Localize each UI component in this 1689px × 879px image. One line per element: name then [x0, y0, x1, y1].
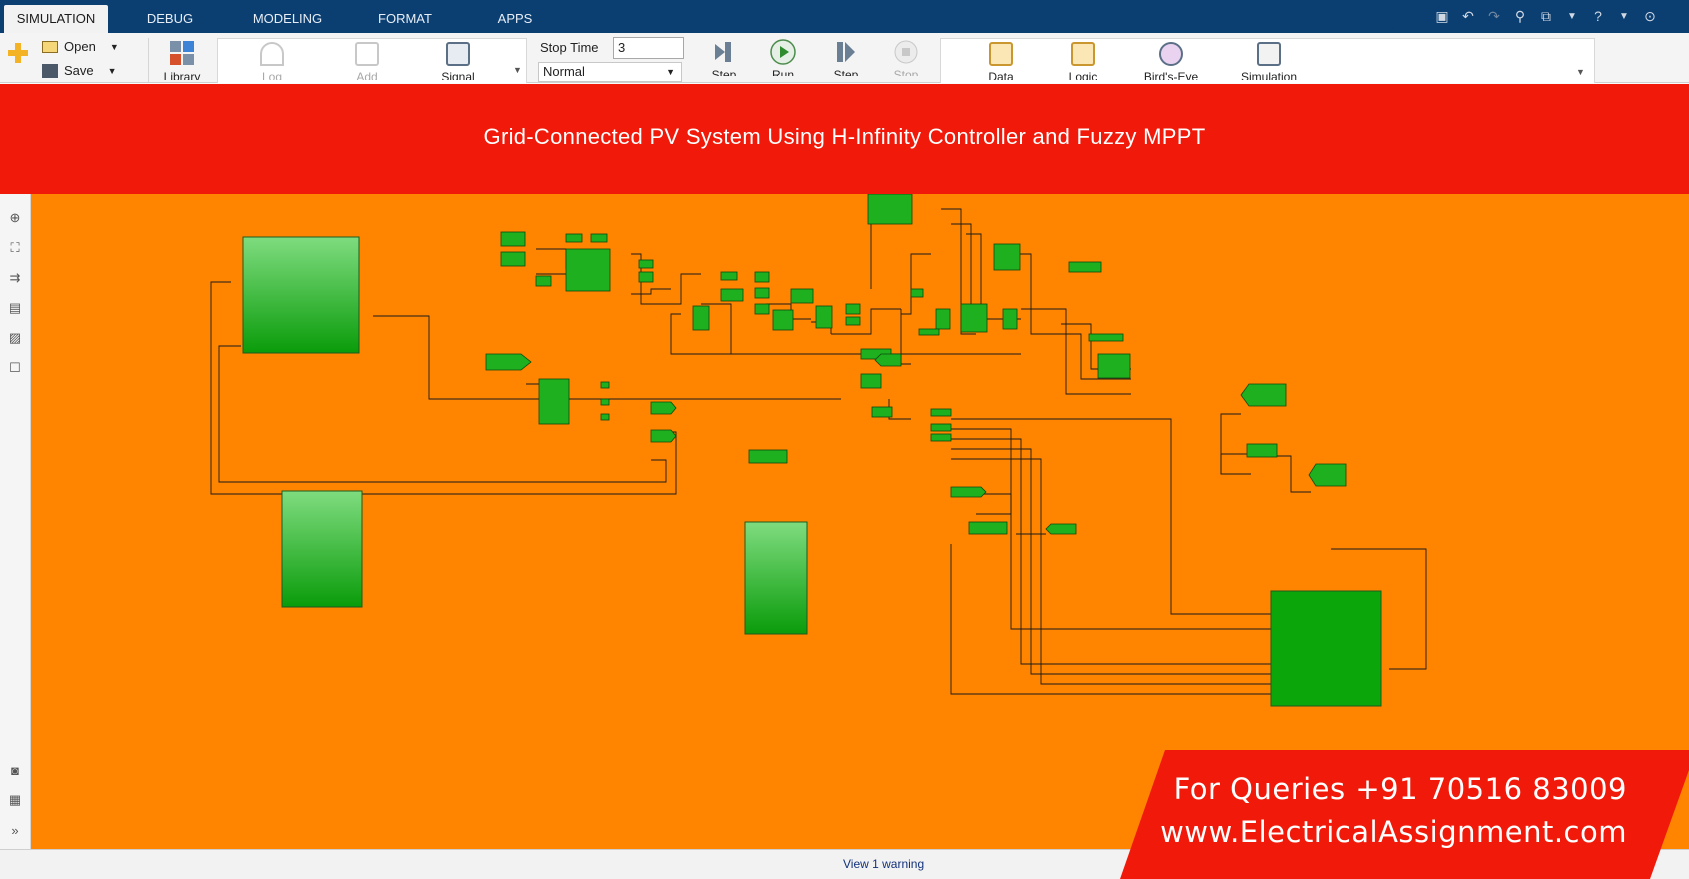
- save-button[interactable]: Save ▼: [42, 63, 117, 78]
- a-measurement-block[interactable]: [744, 521, 808, 635]
- camera-icon[interactable]: ◙: [5, 760, 25, 780]
- logic-analyzer-button[interactable]: Logic: [1051, 42, 1115, 80]
- scope-icon: [1159, 42, 1183, 66]
- warning-link[interactable]: View 1 warning: [843, 857, 924, 871]
- stop-icon: [894, 40, 918, 64]
- tab-apps[interactable]: APPS: [485, 5, 545, 33]
- run-button[interactable]: Run: [765, 39, 801, 76]
- tab-debug[interactable]: DEBUG: [130, 5, 210, 33]
- help-icon[interactable]: ?: [1589, 7, 1607, 25]
- wifi-icon: [260, 42, 284, 66]
- chevron-down-icon[interactable]: ▼: [1576, 67, 1585, 77]
- tab-modeling[interactable]: MODELING: [240, 5, 335, 33]
- simulation-mode-select[interactable]: Normal ▼: [538, 62, 682, 82]
- folder-icon: [42, 40, 58, 53]
- step-forward-icon: [837, 42, 855, 62]
- step-forward-button[interactable]: Step: [828, 39, 864, 76]
- stop-time-label: Stop Time: [540, 40, 599, 55]
- step-back-icon: [715, 42, 731, 62]
- open-button[interactable]: Open ▼: [42, 39, 119, 54]
- window-icon[interactable]: ⧉: [1537, 7, 1555, 25]
- new-icon[interactable]: [6, 41, 30, 65]
- arrows-icon[interactable]: ⇉: [5, 268, 25, 288]
- tab-format[interactable]: FORMAT: [365, 5, 445, 33]
- contact-phone: For Queries +91 70516 83009: [1173, 772, 1627, 806]
- chevron-down-icon[interactable]: ▼: [1615, 7, 1633, 25]
- stop-time-input[interactable]: 3: [613, 37, 684, 59]
- logic-icon: [1071, 42, 1095, 66]
- signal-table-button[interactable]: Signal: [428, 42, 488, 80]
- simulation-manager-button[interactable]: Simulation: [1221, 42, 1317, 80]
- review-results-section: Data Logic Bird's-Eye Simulation: [940, 38, 1595, 83]
- library-icon: [170, 41, 194, 65]
- settings-icon[interactable]: ⊙: [1641, 7, 1659, 25]
- add-viewer-button[interactable]: Add: [343, 42, 391, 80]
- table-icon: [446, 42, 470, 66]
- chevron-down-icon[interactable]: ▼: [108, 66, 117, 76]
- contact-website: www.ElectricalAssignment.com: [1160, 815, 1627, 849]
- monitor-icon: [355, 42, 379, 66]
- left-palette: ⊕ ⛶ ⇉ ▤ ▨ ☐ ◙ ▦ »: [0, 194, 31, 849]
- birds-eye-scope-button[interactable]: Bird's-Eye: [1131, 42, 1211, 80]
- save-icon: [42, 63, 58, 78]
- chevron-down-icon[interactable]: ▼: [513, 65, 522, 75]
- search-icon[interactable]: ⚲: [1511, 7, 1529, 25]
- chevron-down-icon: ▼: [666, 67, 675, 77]
- image-icon[interactable]: ▨: [5, 328, 25, 348]
- undo-icon[interactable]: ↶: [1459, 7, 1477, 25]
- expand-icon[interactable]: »: [5, 820, 25, 840]
- redo-icon[interactable]: ↷: [1485, 7, 1503, 25]
- title-banner: Grid-Connected PV System Using H-Infinit…: [0, 84, 1689, 194]
- chart-icon: [989, 42, 1013, 66]
- quick-access-toolbar: ▣ ↶ ↷ ⚲ ⧉ ▼ ? ▼ ⊙: [1419, 0, 1689, 33]
- chevron-down-icon[interactable]: ▼: [110, 42, 119, 52]
- data-inspector-button[interactable]: Data: [971, 42, 1031, 80]
- scatter-icon: [1257, 42, 1281, 66]
- goto-tags: [485, 353, 1347, 535]
- stop-button[interactable]: Stop: [888, 39, 924, 76]
- log-signals-button[interactable]: Log: [248, 42, 296, 80]
- tab-simulation[interactable]: SIMULATION: [4, 5, 108, 33]
- step-back-button[interactable]: Step: [706, 39, 742, 76]
- simulink-window: SIMULATION DEBUG MODELING FORMAT APPS ▣ …: [0, 0, 1689, 879]
- chevron-down-icon[interactable]: ▼: [1563, 7, 1581, 25]
- property-inspector-icon[interactable]: ▦: [5, 790, 25, 810]
- b-measurement-block[interactable]: [281, 490, 363, 608]
- fit-view-icon[interactable]: ⛶: [5, 238, 25, 258]
- divider: [148, 38, 149, 82]
- annotation-icon[interactable]: ▤: [5, 298, 25, 318]
- play-icon: [770, 39, 796, 65]
- contact-ribbon: For Queries +91 70516 83009 www.Electric…: [1120, 750, 1689, 879]
- prepare-section: Log Add Signal ▼: [217, 38, 527, 83]
- save-icon[interactable]: ▣: [1433, 7, 1451, 25]
- grid-current-controller-block[interactable]: [1270, 590, 1382, 707]
- area-icon[interactable]: ☐: [5, 358, 25, 378]
- ribbon-tab-bar: SIMULATION DEBUG MODELING FORMAT APPS ▣ …: [0, 0, 1689, 33]
- toolstrip: Open ▼ Save ▼ Library Log Add Signal ▼ S…: [0, 33, 1689, 83]
- zoom-icon[interactable]: ⊕: [5, 208, 25, 228]
- banner-title: Grid-Connected PV System Using H-Infinit…: [483, 124, 1206, 149]
- signal-lines: [210, 208, 1427, 695]
- fuzzy-controller-block[interactable]: [242, 236, 360, 354]
- library-browser-button[interactable]: Library: [160, 39, 204, 80]
